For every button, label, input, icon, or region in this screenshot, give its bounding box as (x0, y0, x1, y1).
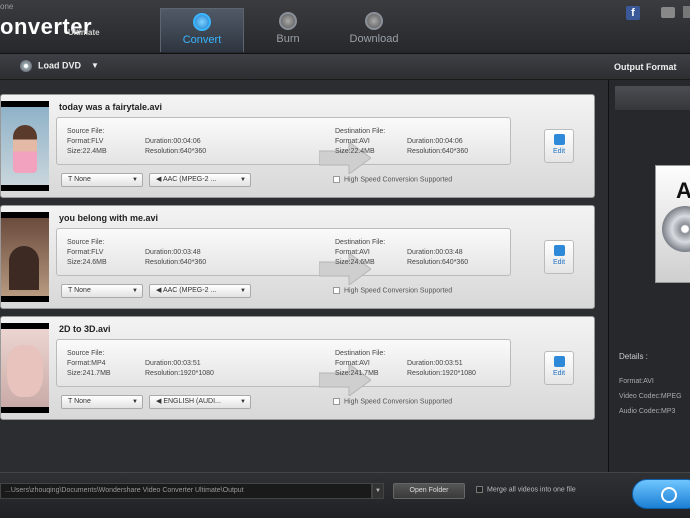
chevron-down-icon: ▼ (132, 399, 138, 405)
conversion-info-box: Source File: Format:FLV Size:24.6MB Dura… (56, 228, 511, 285)
brand-prefix: one (0, 2, 14, 11)
destination-info: Destination File: Format:AVI Size:22.4MB (335, 128, 386, 155)
subtitle-select[interactable]: T None ▼ (61, 395, 143, 409)
source-info: Source File: Format:MP4 Size:241.7MB (67, 350, 111, 377)
checkbox[interactable] (476, 486, 483, 493)
audio-track-select[interactable]: ◀ ENGLISH (AUDI... ▼ (149, 395, 251, 409)
checkbox[interactable] (333, 176, 340, 183)
subtitle-select[interactable]: T None ▼ (61, 284, 143, 298)
chevron-down-icon: ▼ (132, 288, 138, 294)
chevron-down-icon: ▼ (240, 177, 246, 183)
output-path-field[interactable]: ...Users\zhouqing\Documents\Wondershare … (0, 483, 372, 499)
burn-icon (279, 12, 297, 30)
load-dvd-label: Load DVD (38, 60, 82, 71)
source-info: Source File: Format:FLV Size:22.4MB (67, 128, 107, 155)
toolbar: Load DVD ▼ Output Format (0, 54, 690, 80)
output-format-label: Output Format (614, 62, 677, 72)
open-folder-button[interactable]: Open Folder (393, 483, 465, 499)
video-thumbnail[interactable] (1, 212, 49, 302)
details-title: Details : (619, 352, 648, 361)
tab-download-label: Download (349, 33, 399, 45)
file-item[interactable]: you belong with me.avi Source File: Form… (0, 205, 595, 309)
tab-convert-label: Convert (182, 34, 222, 46)
app-edition: Ultimate (68, 28, 100, 37)
tab-burn-label: Burn (276, 33, 300, 45)
chevron-down-icon[interactable]: ▼ (372, 483, 384, 499)
minimize-icon[interactable] (683, 6, 690, 18)
source-details: Duration:00:03:48 Resolution:640*360 (145, 249, 207, 266)
subtitle-select[interactable]: T None ▼ (61, 173, 143, 187)
format-preview[interactable]: A (655, 165, 690, 283)
detail-format: Format:AVI (619, 378, 654, 385)
high-speed-checkbox[interactable]: High Speed Conversion Supported (333, 287, 452, 294)
destination-info: Destination File: Format:AVI Size:24.6MB (335, 239, 386, 266)
destination-details: Duration:00:03:51 Resolution:1920*1080 (407, 360, 476, 377)
audio-track-select[interactable]: ◀ AAC (MPEG-2 ... ▼ (149, 284, 251, 298)
convert-icon (661, 487, 677, 503)
tab-download[interactable]: Download (332, 8, 416, 52)
load-dvd-button[interactable]: Load DVD ▼ (20, 60, 99, 72)
chevron-down-icon: ▼ (91, 61, 99, 71)
conversion-info-box: Source File: Format:FLV Size:22.4MB Dura… (56, 117, 511, 174)
audio-track-select[interactable]: ◀ AAC (MPEG-2 ... ▼ (149, 173, 251, 187)
chevron-down-icon: ▼ (240, 288, 246, 294)
detail-video-codec: Video Codec:MPEG (619, 393, 682, 400)
tab-convert[interactable]: Convert (160, 8, 244, 52)
high-speed-checkbox[interactable]: High Speed Conversion Supported (333, 176, 452, 183)
chevron-down-icon: ▼ (132, 177, 138, 183)
detail-audio-codec: Audio Codec:MP3 (619, 408, 676, 415)
checkbox[interactable] (333, 287, 340, 294)
file-title: you belong with me.avi (59, 213, 159, 223)
dvd-disc-icon (20, 60, 32, 72)
file-item[interactable]: 2D to 3D.avi Source File: Format:MP4 Siz… (0, 316, 595, 420)
convert-icon (193, 13, 211, 31)
download-icon (365, 12, 383, 30)
destination-info: Destination File: Format:AVI Size:241.7M… (335, 350, 386, 377)
chevron-down-icon: ▼ (240, 399, 246, 405)
merge-checkbox[interactable]: Merge all videos into one file (476, 486, 576, 493)
source-details: Duration:00:03:51 Resolution:1920*1080 (145, 360, 214, 377)
file-title: 2D to 3D.avi (59, 324, 111, 334)
edit-button[interactable]: Edit (544, 129, 574, 163)
high-speed-checkbox[interactable]: High Speed Conversion Supported (333, 398, 452, 405)
source-details: Duration:00:04:06 Resolution:640*360 (145, 138, 207, 155)
checkbox[interactable] (333, 398, 340, 405)
video-thumbnail[interactable] (1, 323, 49, 413)
source-info: Source File: Format:FLV Size:24.6MB (67, 239, 107, 266)
output-format-panel: A Details : Format:AVI Video Codec:MPEG … (608, 80, 690, 472)
edit-button[interactable]: Edit (544, 351, 574, 385)
destination-details: Duration:00:04:06 Resolution:640*360 (407, 138, 469, 155)
file-title: today was a fairytale.avi (59, 102, 163, 112)
chat-icon[interactable] (661, 7, 675, 18)
format-selector[interactable] (615, 86, 690, 110)
file-item[interactable]: today was a fairytale.avi Source File: F… (0, 94, 595, 198)
edit-icon (553, 245, 565, 256)
convert-button[interactable] (632, 479, 690, 509)
edit-icon (553, 356, 565, 367)
bottom-bar: ...Users\zhouqing\Documents\Wondershare … (0, 472, 690, 518)
disc-icon (662, 206, 690, 252)
video-thumbnail[interactable] (1, 101, 49, 191)
facebook-icon[interactable]: f (626, 6, 640, 20)
tab-burn[interactable]: Burn (246, 8, 330, 52)
destination-details: Duration:00:03:48 Resolution:640*360 (407, 249, 469, 266)
format-letter: A (676, 178, 690, 203)
edit-icon (553, 134, 565, 145)
title-bar: one onverter Ultimate Convert Burn Downl… (0, 0, 690, 54)
edit-button[interactable]: Edit (544, 240, 574, 274)
conversion-info-box: Source File: Format:MP4 Size:241.7MB Dur… (56, 339, 511, 396)
